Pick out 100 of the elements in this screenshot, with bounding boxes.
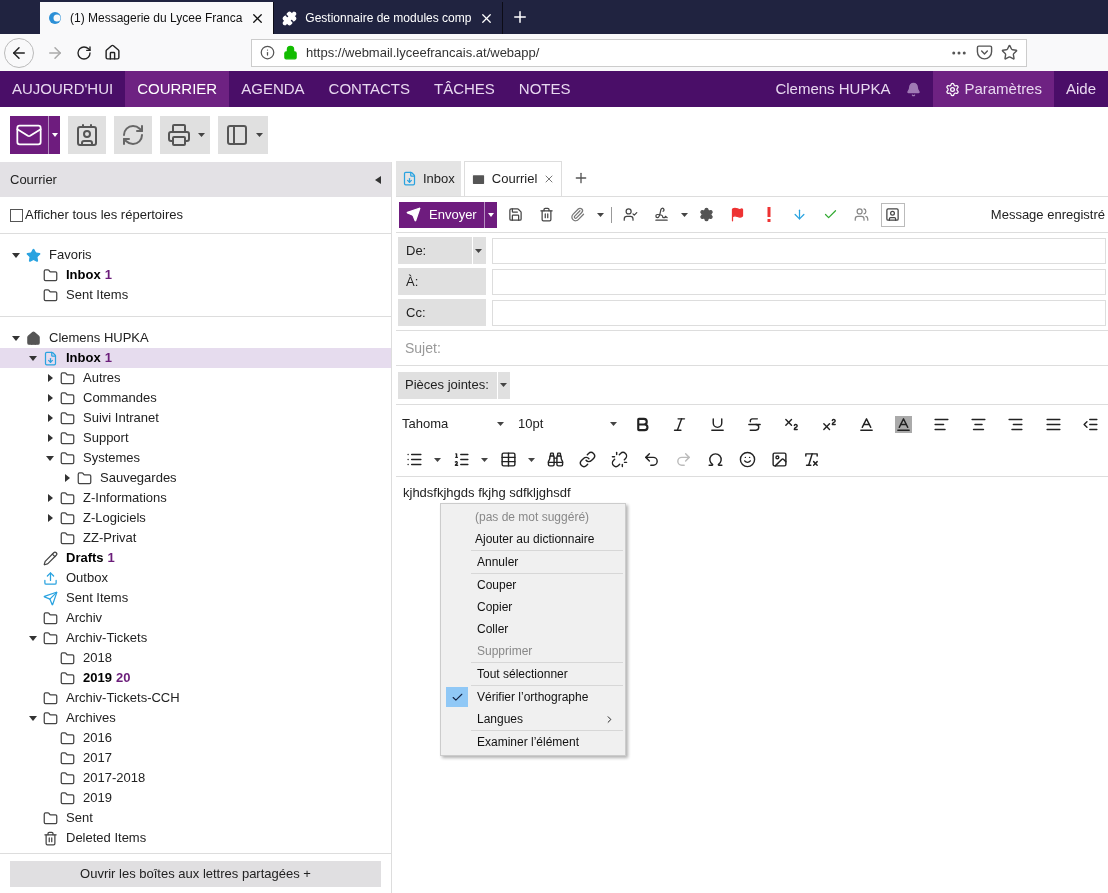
home-icon: [26, 330, 41, 346]
nav-tab[interactable]: NOTES: [506, 71, 583, 107]
recipient-field[interactable]: [492, 299, 1106, 326]
folder-item[interactable]: Archives: [0, 708, 391, 728]
folder-label: 2017: [83, 749, 112, 768]
compose-tab[interactable]: Inbox: [396, 161, 461, 196]
folder-item[interactable]: Archiv-Tickets: [0, 628, 391, 648]
message-body-text[interactable]: kjhdsfkjhgds fkjhg sdfkljghsdf: [403, 485, 1101, 501]
expanded-arrow-icon[interactable]: [12, 334, 20, 342]
folder-item[interactable]: 2016: [0, 728, 391, 748]
folder-item[interactable]: Favoris: [0, 245, 391, 265]
menu-item[interactable]: Copier: [443, 596, 623, 618]
shared-mailboxes-button[interactable]: Ouvrir les boîtes aux lettres partagées +: [10, 860, 381, 887]
folder-item[interactable]: 2017-2018: [0, 768, 391, 788]
unread-count: 1: [104, 349, 112, 368]
menu-item[interactable]: Couper: [443, 574, 623, 596]
folder-item[interactable]: Outbox: [0, 568, 391, 588]
collapsed-arrow-icon[interactable]: [46, 374, 54, 382]
tab-label: Inbox: [423, 169, 455, 188]
menu-item[interactable]: Examiner l’élément: [443, 731, 623, 753]
refresh-button[interactable]: [114, 115, 152, 154]
nav-tab[interactable]: CONTACTS: [316, 71, 422, 107]
folder-item[interactable]: 2017: [0, 748, 391, 768]
folder-item[interactable]: Sent Items: [0, 588, 391, 608]
checkbox[interactable]: [10, 208, 23, 222]
folder-item[interactable]: 2019: [0, 788, 391, 808]
nav-tab[interactable]: TÂCHES: [421, 71, 507, 107]
recipient-label-button[interactable]: De:: [398, 237, 486, 264]
collapsed-arrow-icon[interactable]: [63, 474, 71, 482]
folder-icon: [60, 430, 75, 446]
folder-item[interactable]: Sauvegardes: [0, 468, 391, 488]
address-book-button[interactable]: [68, 115, 106, 154]
folder-item[interactable]: Sent Items: [0, 285, 391, 305]
address-field[interactable]: https://webmail.lyceefrancais.at/webapp/: [251, 38, 1027, 67]
menu-item[interactable]: Langues: [443, 708, 623, 730]
folder-item[interactable]: Deleted Items: [0, 828, 391, 848]
folder-item[interactable]: Support: [0, 428, 391, 448]
reload-icon[interactable]: [76, 44, 92, 61]
folder-item[interactable]: Clemens HUPKA: [0, 328, 391, 348]
folder-item[interactable]: Drafts 1: [0, 548, 391, 568]
folder-item[interactable]: 2018: [0, 648, 391, 668]
recipient-field[interactable]: [492, 237, 1106, 264]
folder-item[interactable]: Archiv: [0, 608, 391, 628]
contact-card-button[interactable]: [880, 202, 905, 227]
folder-item[interactable]: Inbox 1: [0, 265, 391, 285]
help-link[interactable]: Aide: [1053, 71, 1108, 107]
folder-item[interactable]: ZZ-Privat: [0, 528, 391, 548]
expanded-arrow-icon[interactable]: [12, 251, 20, 259]
collapsed-arrow-icon[interactable]: [46, 514, 54, 522]
menu-item[interactable]: Annuler: [443, 551, 623, 573]
settings-button[interactable]: Paramètres: [933, 71, 1054, 107]
url-text: https://webmail.lyceefrancais.at/webapp/: [306, 43, 541, 62]
print-button[interactable]: [160, 115, 210, 154]
subject-field[interactable]: Sujet:: [396, 331, 1108, 366]
folder-item[interactable]: Z-Logiciels: [0, 508, 391, 528]
collapsed-arrow-icon[interactable]: [46, 394, 54, 402]
send-button[interactable]: Envoyer: [399, 201, 497, 228]
folder-icon: [60, 530, 75, 546]
collapsed-arrow-icon[interactable]: [46, 414, 54, 422]
folder-item[interactable]: Inbox 1: [0, 348, 391, 368]
bell-icon[interactable]: [906, 81, 922, 97]
folder-item[interactable]: Sent: [0, 808, 391, 828]
bookmark-star-icon[interactable]: [1001, 44, 1018, 61]
collapsed-arrow-icon[interactable]: [46, 494, 54, 502]
folder-icon: [43, 810, 58, 826]
folder-item[interactable]: Archiv-Tickets-CCH: [0, 688, 391, 708]
menu-item[interactable]: Tout sélectionner: [443, 663, 623, 685]
menu-item[interactable]: Vérifier l’orthographe: [443, 686, 623, 708]
expanded-arrow-icon[interactable]: [29, 714, 37, 722]
recipient-field[interactable]: [492, 268, 1106, 295]
recipient-label-button[interactable]: Cc:: [398, 299, 486, 326]
pocket-icon[interactable]: [976, 44, 993, 61]
save-status: Message enregistré: [990, 205, 1105, 224]
expanded-arrow-icon[interactable]: [29, 634, 37, 642]
folder-item[interactable]: Suivi Intranet: [0, 408, 391, 428]
folder-item[interactable]: Commandes: [0, 388, 391, 408]
recipient-label-button[interactable]: À:: [398, 268, 486, 295]
expanded-arrow-icon[interactable]: [46, 454, 54, 462]
collapsed-arrow-icon[interactable]: [46, 434, 54, 442]
show-all-checkbox[interactable]: Afficher tous les répertoires: [0, 197, 391, 234]
browser-tab[interactable]: (1) Messagerie du Lycee Franca: [40, 2, 275, 34]
font-select[interactable]: Tahoma: [402, 414, 504, 434]
menu-item[interactable]: Coller: [443, 618, 623, 640]
folder-item[interactable]: Z-Informations: [0, 488, 391, 508]
folder-item[interactable]: Systemes: [0, 448, 391, 468]
new-mail-button[interactable]: [10, 115, 60, 154]
home-icon[interactable]: [104, 44, 121, 61]
attachments-button[interactable]: Pièces jointes:: [398, 371, 510, 399]
expanded-arrow-icon[interactable]: [29, 354, 37, 362]
compose-tab[interactable]: Courriel: [463, 161, 563, 196]
menu-item[interactable]: Ajouter au dictionnaire: [441, 528, 625, 550]
folder-item[interactable]: Autres: [0, 368, 391, 388]
layout-button[interactable]: [218, 115, 268, 154]
info-icon[interactable]: [260, 45, 275, 60]
nav-tab[interactable]: AUJOURD'HUI: [0, 71, 126, 107]
nav-tab[interactable]: COURRIER: [125, 71, 230, 107]
collapse-arrow-icon[interactable]: [375, 175, 381, 184]
font-size-select[interactable]: 10pt: [517, 414, 617, 434]
nav-tab[interactable]: AGENDA: [229, 71, 317, 107]
folder-item[interactable]: 2019 20: [0, 668, 391, 688]
